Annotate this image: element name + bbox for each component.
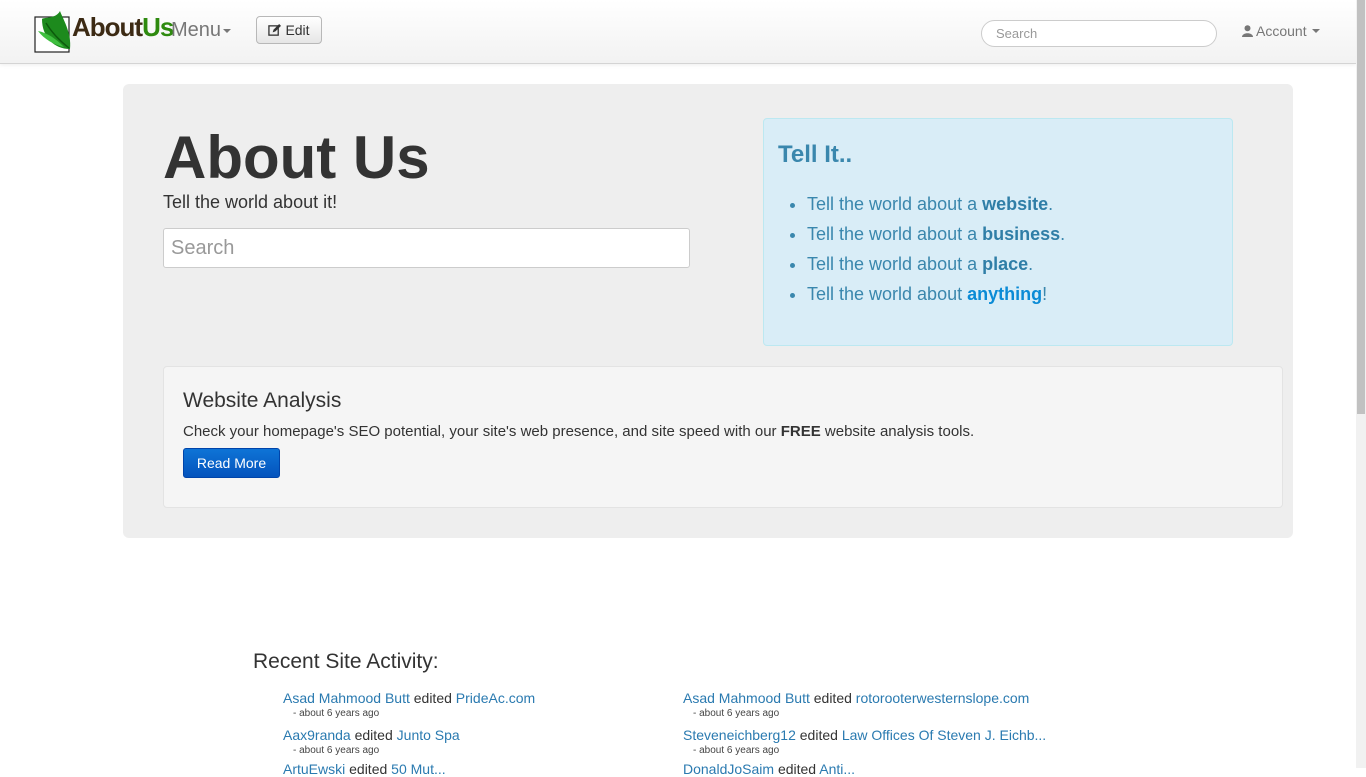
- user-link[interactable]: Steveneichberg12: [683, 727, 796, 743]
- hero-search-input[interactable]: [163, 228, 690, 268]
- scrollbar-thumb[interactable]: [1357, 0, 1365, 414]
- keyword-link[interactable]: business: [982, 224, 1060, 244]
- activity-item: Asad Mahmood Butt edited PrideAc.com - a…: [283, 690, 536, 719]
- keyword-link[interactable]: place: [982, 254, 1028, 274]
- activity-time: - about 6 years ago: [693, 708, 780, 719]
- menu-dropdown[interactable]: Menu: [171, 19, 232, 42]
- menu-label: Menu: [171, 19, 222, 41]
- activity-time: - about 6 years ago: [693, 745, 780, 756]
- edit-button[interactable]: Edit: [256, 16, 322, 44]
- activity-item: Asad Mahmood Butt edited rotorooterweste…: [683, 690, 1030, 719]
- page-link[interactable]: rotorooterwesternslope.com: [856, 690, 1030, 706]
- activity-item: Steveneichberg12 edited Law Offices Of S…: [683, 727, 1047, 756]
- activity-item: Aax9randa edited Junto Spa - about 6 yea…: [283, 727, 460, 756]
- activity-item: ArtuEwski edited 50 Mut...: [283, 761, 446, 777]
- list-item: Tell the world about a website.: [807, 189, 1065, 219]
- keyword-link[interactable]: anything: [967, 284, 1042, 304]
- account-label: Account: [1256, 23, 1307, 39]
- analysis-description: Check your homepage's SEO potential, you…: [183, 423, 975, 440]
- caret-down-icon: [1311, 29, 1320, 33]
- account-dropdown[interactable]: Account: [1242, 23, 1320, 39]
- page-link[interactable]: Junto Spa: [397, 727, 460, 743]
- tell-it-title: Tell It..: [778, 141, 853, 168]
- page-title: About Us: [163, 124, 430, 191]
- page-link[interactable]: 50 Mut...: [391, 761, 445, 777]
- activity-item: DonaldJoSaim edited Anti...: [683, 761, 856, 777]
- top-navbar: AboutUs Menu Edit Account: [0, 0, 1356, 64]
- edit-label: Edit: [285, 22, 310, 38]
- user-link[interactable]: Asad Mahmood Butt: [283, 690, 410, 706]
- list-item: Tell the world about a place.: [807, 249, 1065, 279]
- activity-time: - about 6 years ago: [293, 708, 380, 719]
- caret-down-icon: [223, 28, 232, 33]
- page-link[interactable]: Anti...: [819, 761, 855, 777]
- activity-time: - about 6 years ago: [293, 745, 380, 756]
- tell-it-box: Tell It.. Tell the world about a website…: [763, 118, 1233, 346]
- list-item: Tell the world about anything!: [807, 279, 1065, 309]
- keyword-link[interactable]: website: [982, 194, 1048, 214]
- nav-search-input[interactable]: [981, 20, 1217, 47]
- user-link[interactable]: DonaldJoSaim: [683, 761, 774, 777]
- read-more-button[interactable]: Read More: [183, 448, 280, 478]
- user-link[interactable]: ArtuEwski: [283, 761, 345, 777]
- edit-icon: [268, 23, 282, 36]
- hero-unit: About Us Tell the world about it! Tell I…: [123, 84, 1293, 538]
- recent-activity-title: Recent Site Activity:: [253, 650, 439, 673]
- page-link[interactable]: Law Offices Of Steven J. Eichb...: [842, 727, 1046, 743]
- analysis-title: Website Analysis: [183, 389, 342, 412]
- website-analysis-panel: Website Analysis Check your homepage's S…: [163, 366, 1283, 508]
- leaf-icon: [34, 11, 71, 53]
- tell-it-list: Tell the world about a website. Tell the…: [807, 189, 1065, 309]
- list-item: Tell the world about a business.: [807, 219, 1065, 249]
- user-icon: [1242, 25, 1253, 37]
- user-link[interactable]: Aax9randa: [283, 727, 351, 743]
- page-link[interactable]: PrideAc.com: [456, 690, 535, 706]
- page-subtitle: Tell the world about it!: [163, 192, 338, 212]
- user-link[interactable]: Asad Mahmood Butt: [683, 690, 810, 706]
- aboutus-logo[interactable]: AboutUs: [34, 9, 174, 54]
- page-scrollbar[interactable]: [1356, 0, 1366, 768]
- logo-wordmark: AboutUs: [72, 12, 174, 42]
